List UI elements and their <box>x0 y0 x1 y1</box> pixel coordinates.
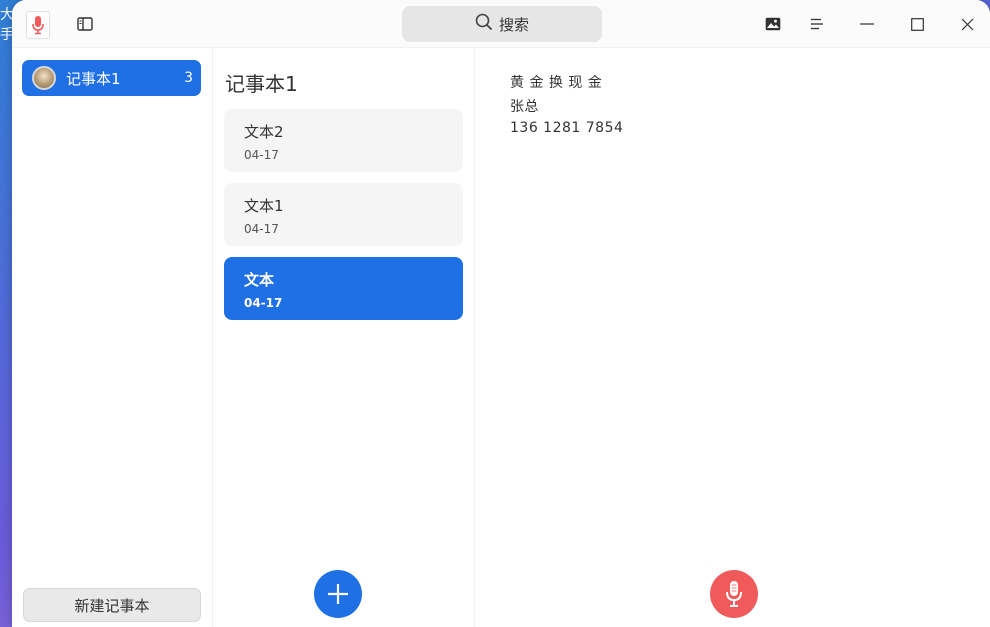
notebook-title: 记事本1 <box>225 72 298 96</box>
note-date: 04-17 <box>244 222 279 236</box>
sidebar-item-notebook[interactable]: 记事本1 3 <box>22 60 201 96</box>
notebook-label: 记事本1 <box>66 69 121 88</box>
sidebar-toggle-icon[interactable] <box>69 8 101 40</box>
note-date: 04-17 <box>244 296 283 310</box>
record-voice-button[interactable] <box>710 570 758 618</box>
search-icon <box>475 13 493 35</box>
note-item[interactable]: 文本1 04-17 <box>224 183 463 246</box>
plus-icon <box>328 584 348 604</box>
notes-list-panel: 记事本1 文本2 04-17 文本1 04-17 文本 04-17 <box>214 48 475 627</box>
note-item-selected[interactable]: 文本 04-17 <box>224 257 463 320</box>
editor-line: 张总 <box>510 99 539 115</box>
editor-line: 黄 金 换 现 金 <box>510 75 603 91</box>
notes-app-window: 搜索 记事本1 3 新建记事本 记事本1 文本2 04-17 文本1 04-17… <box>12 0 990 627</box>
minimize-icon[interactable] <box>851 8 883 40</box>
note-item[interactable]: 文本2 04-17 <box>224 109 463 172</box>
maximize-icon[interactable] <box>901 8 933 40</box>
note-title: 文本2 <box>244 123 284 141</box>
titlebar: 搜索 <box>12 0 990 48</box>
add-note-button[interactable] <box>314 570 362 618</box>
note-title: 文本 <box>244 271 275 289</box>
search-box[interactable]: 搜索 <box>402 6 602 42</box>
microphone-icon <box>726 581 742 607</box>
notebook-count-badge: 3 <box>184 70 193 86</box>
menu-icon[interactable] <box>801 8 833 40</box>
new-notebook-button[interactable]: 新建记事本 <box>23 588 201 622</box>
notebook-sidebar: 记事本1 3 新建记事本 <box>12 48 213 627</box>
note-title: 文本1 <box>244 197 284 215</box>
note-date: 04-17 <box>244 148 279 162</box>
editor-line: 136 1281 7854 <box>510 120 624 136</box>
search-label: 搜索 <box>498 15 529 34</box>
avatar <box>32 66 56 90</box>
close-icon[interactable] <box>951 8 983 40</box>
note-editor[interactable]: 黄 金 换 现 金 张总 136 1281 7854 <box>476 48 990 627</box>
app-recorder-icon <box>26 11 50 39</box>
image-icon[interactable] <box>757 8 789 40</box>
